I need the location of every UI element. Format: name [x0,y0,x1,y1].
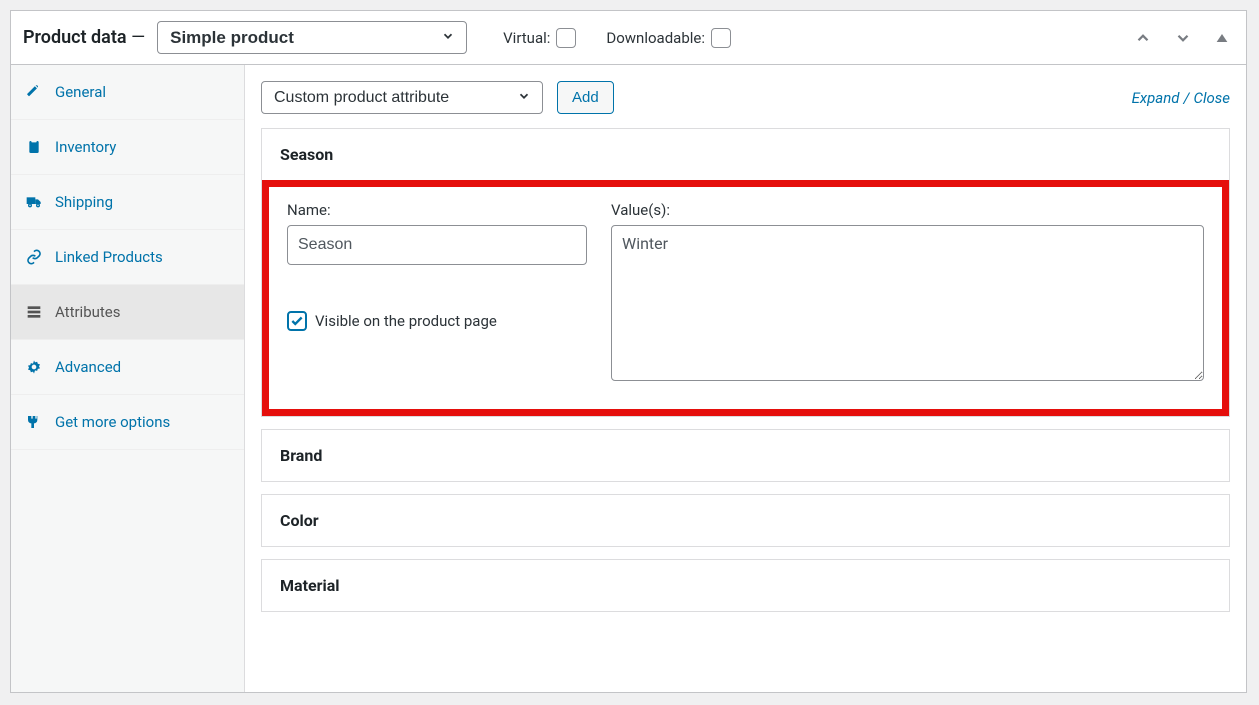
attr-right-col: Value(s): [611,201,1204,381]
attribute-type-select[interactable]: Custom product attribute [261,81,543,114]
truck-icon [25,194,43,210]
attribute-season-block: Season Name: Visible on the product page [261,128,1230,417]
attribute-values-textarea[interactable] [611,225,1204,381]
virtual-group: Virtual: [503,28,576,48]
tab-attributes-label: Attributes [55,303,121,321]
header-icons [1130,25,1234,51]
list-icon [25,304,43,320]
tab-linked-label: Linked Products [55,248,163,266]
visible-label: Visible on the product page [315,312,497,330]
attribute-season-body: Name: Visible on the product page Value(… [262,180,1229,416]
attribute-material-header[interactable]: Material [261,559,1230,612]
tab-attributes[interactable]: Attributes [11,285,244,340]
metabox-body: General Inventory Shipping Linked Produc… [11,65,1246,692]
tab-more-label: Get more options [55,413,170,431]
name-label: Name: [287,201,587,219]
attribute-color-header[interactable]: Color [261,494,1230,547]
tab-shipping-label: Shipping [55,193,113,211]
add-button[interactable]: Add [557,81,614,114]
close-link[interactable]: Close [1193,89,1230,107]
toggle-panel-icon[interactable] [1210,26,1234,50]
plug-icon [25,414,43,430]
attribute-name-input[interactable] [287,225,587,265]
title-text: Product data [23,27,127,48]
visible-on-page-row: Visible on the product page [287,311,587,331]
tab-advanced[interactable]: Advanced [11,340,244,395]
gear-icon [25,359,43,375]
metabox-title: Product data — [23,27,145,48]
attribute-season-header[interactable]: Season [262,129,1229,180]
tab-inventory[interactable]: Inventory [11,120,244,175]
virtual-label: Virtual: [503,29,550,47]
downloadable-checkbox[interactable] [711,28,731,48]
wrench-icon [25,84,43,100]
tab-inventory-label: Inventory [55,138,116,156]
tab-general[interactable]: General [11,65,244,120]
expand-link[interactable]: Expand [1132,89,1180,107]
metabox-header: Product data — Simple product Virtual: D… [11,11,1246,65]
move-down-icon[interactable] [1170,25,1196,51]
slash: / [1183,89,1189,107]
move-up-icon[interactable] [1130,25,1156,51]
panel-toolbar: Custom product attribute Add Expand / Cl… [261,81,1230,114]
downloadable-group: Downloadable: [606,28,731,48]
header-checkboxes: Virtual: Downloadable: [503,28,731,48]
expand-close-links: Expand / Close [1132,89,1230,107]
downloadable-label: Downloadable: [606,29,705,47]
product-data-metabox: Product data — Simple product Virtual: D… [10,10,1247,693]
title-dash: — [131,27,145,48]
tab-linked-products[interactable]: Linked Products [11,230,244,285]
virtual-checkbox[interactable] [556,28,576,48]
tab-general-label: General [55,83,106,101]
attribute-brand-header[interactable]: Brand [261,429,1230,482]
values-label: Value(s): [611,201,1204,219]
visible-checkbox[interactable] [287,311,307,331]
attr-left-col: Name: Visible on the product page [287,201,587,381]
tab-advanced-label: Advanced [55,358,121,376]
link-icon [25,249,43,265]
tab-shipping[interactable]: Shipping [11,175,244,230]
tab-get-more-options[interactable]: Get more options [11,395,244,450]
attributes-panel: Custom product attribute Add Expand / Cl… [245,65,1246,692]
tabs-sidebar: General Inventory Shipping Linked Produc… [11,65,245,692]
clipboard-icon [25,139,43,155]
product-type-select[interactable]: Simple product [157,21,467,54]
